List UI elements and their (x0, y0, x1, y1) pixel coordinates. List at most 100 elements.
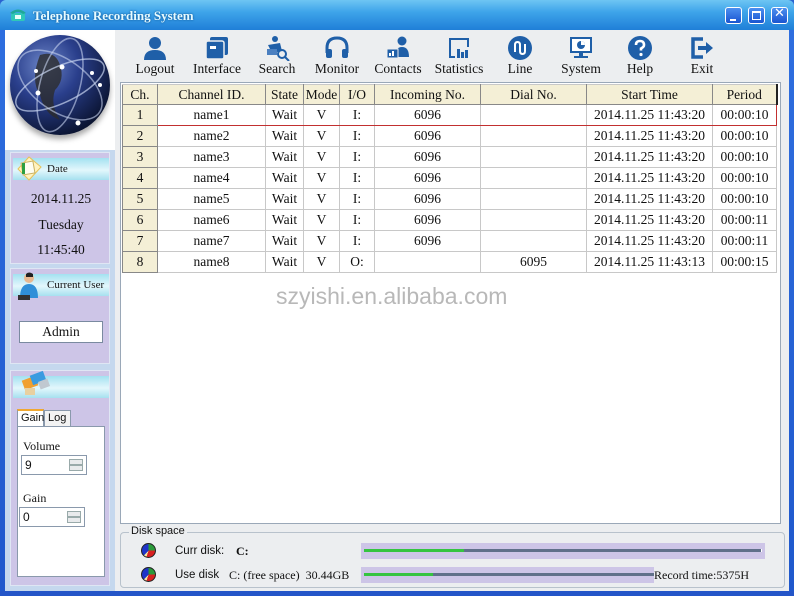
cell-io[interactable]: I: (339, 146, 375, 168)
help-button[interactable]: Help (623, 35, 657, 81)
cell-ch[interactable]: 1 (122, 104, 158, 126)
cell-incoming-no[interactable]: 6096 (374, 146, 481, 168)
cell-channel-id[interactable]: name6 (157, 209, 266, 231)
cell-channel-id[interactable]: name1 (157, 104, 266, 126)
cell-io[interactable]: O: (339, 251, 375, 273)
cell-dial-no[interactable]: 6095 (480, 251, 587, 273)
column-header-dial-no[interactable]: Dial No. (480, 84, 587, 105)
cell-dial-no[interactable] (480, 230, 587, 252)
column-header-mode[interactable]: Mode (303, 84, 340, 105)
cell-state[interactable]: Wait (265, 125, 304, 147)
cell-period[interactable]: 00:00:10 (712, 146, 777, 168)
cell-start-time[interactable]: 2014.11.25 11:43:20 (586, 209, 713, 231)
table-row[interactable]: 1 name1 Wait V I: 6096 2014.11.25 11:43:20 00:0… (122, 104, 777, 126)
search-button[interactable]: Search (256, 35, 298, 81)
cell-start-time[interactable]: 2014.11.25 11:43:20 (586, 230, 713, 252)
system-button[interactable]: System (558, 35, 604, 81)
line-button[interactable]: Line (505, 35, 535, 81)
cell-state[interactable]: Wait (265, 167, 304, 189)
contacts-button[interactable]: Contacts (372, 35, 424, 81)
exit-button[interactable]: Exit (687, 35, 717, 81)
cell-channel-id[interactable]: name8 (157, 251, 266, 273)
table-row[interactable]: 7 name7 Wait V I: 6096 2014.11.25 11:43:20 00:0… (122, 230, 777, 252)
title-bar[interactable]: Telephone Recording System ✕ (0, 0, 794, 30)
cell-dial-no[interactable] (480, 125, 587, 147)
cell-state[interactable]: Wait (265, 209, 304, 231)
table-row[interactable]: 8 name8 Wait V O: 6095 2014.11.25 11:43:13 00:0… (122, 251, 777, 273)
cell-ch[interactable]: 5 (122, 188, 158, 210)
cell-period[interactable]: 00:00:11 (712, 230, 777, 252)
column-header-start-time[interactable]: Start Time (586, 84, 713, 105)
volume-value[interactable]: 9 (25, 458, 32, 472)
cell-channel-id[interactable]: name2 (157, 125, 266, 147)
cell-mode[interactable]: V (303, 209, 340, 231)
maximize-button[interactable] (748, 7, 765, 24)
cell-channel-id[interactable]: name3 (157, 146, 266, 168)
logout-button[interactable]: Logout (133, 35, 177, 81)
gain-stepper[interactable]: 0 (19, 507, 85, 527)
tab-gain[interactable]: Gain (17, 409, 44, 426)
cell-state[interactable]: Wait (265, 104, 304, 126)
gain-down-button[interactable] (67, 517, 81, 523)
cell-start-time[interactable]: 2014.11.25 11:43:20 (586, 167, 713, 189)
cell-ch[interactable]: 3 (122, 146, 158, 168)
statistics-button[interactable]: Statistics (432, 35, 486, 81)
cell-channel-id[interactable]: name5 (157, 188, 266, 210)
cell-dial-no[interactable] (480, 146, 587, 168)
cell-incoming-no[interactable]: 6096 (374, 167, 481, 189)
cell-period[interactable]: 00:00:10 (712, 125, 777, 147)
cell-io[interactable]: I: (339, 104, 375, 126)
column-header-period[interactable]: Period (712, 84, 778, 105)
table-row[interactable]: 2 name2 Wait V I: 6096 2014.11.25 11:43:20 00:0… (122, 125, 777, 147)
cell-mode[interactable]: V (303, 167, 340, 189)
monitor-button[interactable]: Monitor (313, 35, 361, 81)
cell-incoming-no[interactable]: 6096 (374, 230, 481, 252)
cell-period[interactable]: 00:00:10 (712, 104, 777, 126)
table-row[interactable]: 3 name3 Wait V I: 6096 2014.11.25 11:43:20 00:0… (122, 146, 777, 168)
cell-ch[interactable]: 2 (122, 125, 158, 147)
column-header-ch[interactable]: Ch. (122, 84, 158, 105)
column-header-channel-id[interactable]: Channel ID. (157, 84, 266, 105)
cell-incoming-no[interactable]: 6096 (374, 188, 481, 210)
cell-io[interactable]: I: (339, 230, 375, 252)
cell-start-time[interactable]: 2014.11.25 11:43:20 (586, 104, 713, 126)
close-button[interactable]: ✕ (771, 6, 788, 24)
gain-value[interactable]: 0 (23, 510, 30, 524)
cell-dial-no[interactable] (480, 209, 587, 231)
cell-period[interactable]: 00:00:10 (712, 188, 777, 210)
cell-state[interactable]: Wait (265, 188, 304, 210)
cell-mode[interactable]: V (303, 230, 340, 252)
cell-mode[interactable]: V (303, 125, 340, 147)
column-header-state[interactable]: State (265, 84, 304, 105)
cell-incoming-no[interactable]: 6096 (374, 104, 481, 126)
cell-io[interactable]: I: (339, 209, 375, 231)
cell-dial-no[interactable] (480, 104, 587, 126)
cell-state[interactable]: Wait (265, 230, 304, 252)
cell-incoming-no[interactable]: 6096 (374, 209, 481, 231)
tab-log[interactable]: Log (44, 410, 71, 427)
cell-ch[interactable]: 4 (122, 167, 158, 189)
cell-dial-no[interactable] (480, 167, 587, 189)
interface-button[interactable]: Interface (190, 35, 244, 81)
volume-stepper[interactable]: 9 (21, 455, 87, 475)
cell-period[interactable]: 00:00:10 (712, 167, 777, 189)
cell-start-time[interactable]: 2014.11.25 11:43:13 (586, 251, 713, 273)
cell-channel-id[interactable]: name7 (157, 230, 266, 252)
cell-mode[interactable]: V (303, 104, 340, 126)
cell-io[interactable]: I: (339, 125, 375, 147)
cell-start-time[interactable]: 2014.11.25 11:43:20 (586, 188, 713, 210)
cell-period[interactable]: 00:00:11 (712, 209, 777, 231)
cell-ch[interactable]: 8 (122, 251, 158, 273)
table-row[interactable]: 4 name4 Wait V I: 6096 2014.11.25 11:43:20 00:0… (122, 167, 777, 189)
cell-period[interactable]: 00:00:15 (712, 251, 777, 273)
cell-incoming-no[interactable] (374, 251, 481, 273)
cell-dial-no[interactable] (480, 188, 587, 210)
cell-state[interactable]: Wait (265, 146, 304, 168)
volume-down-button[interactable] (69, 465, 83, 471)
cell-ch[interactable]: 6 (122, 209, 158, 231)
cell-mode[interactable]: V (303, 188, 340, 210)
cell-io[interactable]: I: (339, 167, 375, 189)
column-header-io[interactable]: I/O (339, 84, 375, 105)
cell-start-time[interactable]: 2014.11.25 11:43:20 (586, 146, 713, 168)
cell-channel-id[interactable]: name4 (157, 167, 266, 189)
